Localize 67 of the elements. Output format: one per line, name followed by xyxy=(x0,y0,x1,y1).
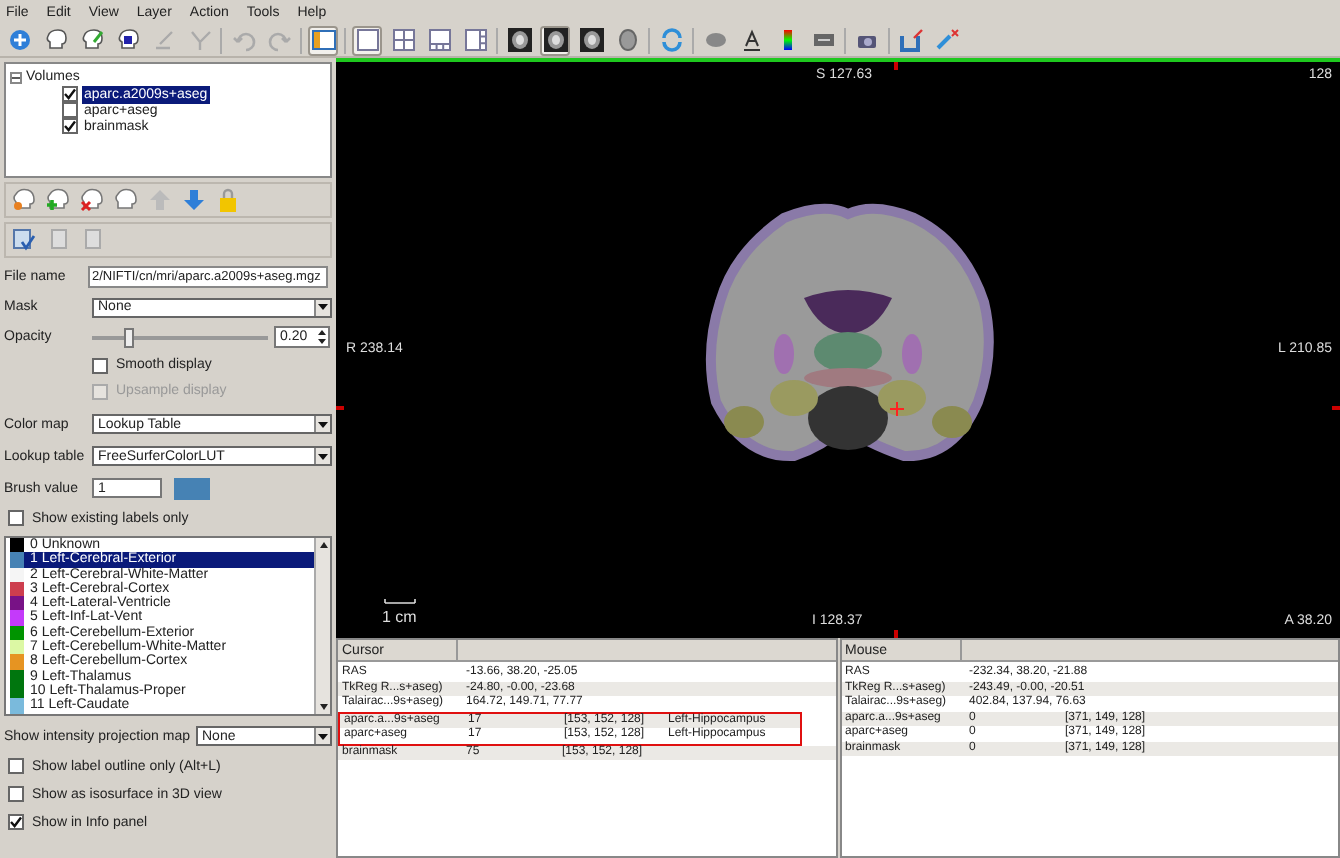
scale-label: 1 cm xyxy=(382,608,417,626)
tick-mark-icon xyxy=(1332,406,1340,410)
caret-icon xyxy=(314,448,330,464)
spin-arrows-icon xyxy=(316,328,328,346)
coronal-view-button[interactable] xyxy=(540,25,570,55)
layout-grid-button[interactable] xyxy=(388,25,418,55)
tick-mark-icon xyxy=(894,62,898,70)
redo-icon xyxy=(267,28,291,52)
tick-mark-icon xyxy=(894,630,898,638)
checkbox[interactable] xyxy=(8,814,24,830)
goto-point-icon xyxy=(935,28,959,52)
checkbox[interactable] xyxy=(8,786,24,802)
head-label-icon xyxy=(115,28,139,52)
move-down-icon xyxy=(182,188,206,212)
new-volume-button[interactable] xyxy=(10,186,38,214)
refresh-button[interactable] xyxy=(656,25,686,55)
close-volume-icon xyxy=(80,188,104,212)
navigate-icon xyxy=(7,28,31,52)
layout-side-column-button[interactable] xyxy=(460,25,490,55)
panel-toggle-button[interactable] xyxy=(308,25,338,55)
slider-thumb[interactable] xyxy=(123,327,134,347)
new-volume-icon xyxy=(12,188,36,212)
checkbox[interactable] xyxy=(8,758,24,774)
move-up-icon xyxy=(148,188,172,212)
layout-single-button[interactable] xyxy=(352,25,382,55)
sagittal-view-icon xyxy=(507,28,531,52)
scale-bar-icon xyxy=(384,598,416,604)
load-volume-icon xyxy=(46,188,70,212)
load-volume-button[interactable] xyxy=(44,186,72,214)
close-volume-button[interactable] xyxy=(78,186,106,214)
select-layer-icon xyxy=(12,228,36,252)
color-swatch[interactable] xyxy=(174,477,210,499)
axial-view-icon xyxy=(579,28,603,52)
3d-view-icon xyxy=(615,28,639,52)
scroll-up-icon[interactable] xyxy=(316,538,332,554)
lock-icon xyxy=(216,188,240,212)
layout-bottom-row-icon xyxy=(427,28,451,52)
checkbox[interactable] xyxy=(62,118,78,134)
caret-icon xyxy=(314,728,330,744)
caret-icon xyxy=(314,416,330,432)
layout-grid-icon xyxy=(391,28,415,52)
pencil-icon xyxy=(151,28,175,52)
scroll-down-icon[interactable] xyxy=(316,698,332,714)
checkbox[interactable] xyxy=(62,102,78,118)
sagittal-view-button[interactable] xyxy=(504,25,534,55)
tick-mark-icon xyxy=(336,406,344,410)
caret-icon xyxy=(314,299,330,315)
checkbox[interactable] xyxy=(92,357,108,373)
layout-bottom-row-button[interactable] xyxy=(424,25,454,55)
head-edit-icon xyxy=(43,28,67,52)
move-down-button[interactable] xyxy=(180,186,208,214)
collapse-toggle-icon[interactable] xyxy=(10,71,22,83)
scrollbar[interactable] xyxy=(314,538,330,714)
head-pencil-icon xyxy=(79,28,103,52)
text-annotation-icon xyxy=(739,28,763,52)
panel-toggle-icon xyxy=(311,28,335,52)
layout-single-icon xyxy=(355,28,379,52)
axial-view-button[interactable] xyxy=(576,25,606,55)
undo-icon xyxy=(231,28,255,52)
goto-point-button[interactable] xyxy=(932,25,962,55)
checkbox[interactable] xyxy=(8,510,24,526)
navigate-button[interactable] xyxy=(4,25,34,55)
coronal-view-icon xyxy=(543,28,567,52)
checkbox[interactable] xyxy=(62,86,78,102)
refresh-icon xyxy=(659,28,683,52)
select-layer-button[interactable] xyxy=(10,226,38,254)
layout-side-column-icon xyxy=(463,28,487,52)
